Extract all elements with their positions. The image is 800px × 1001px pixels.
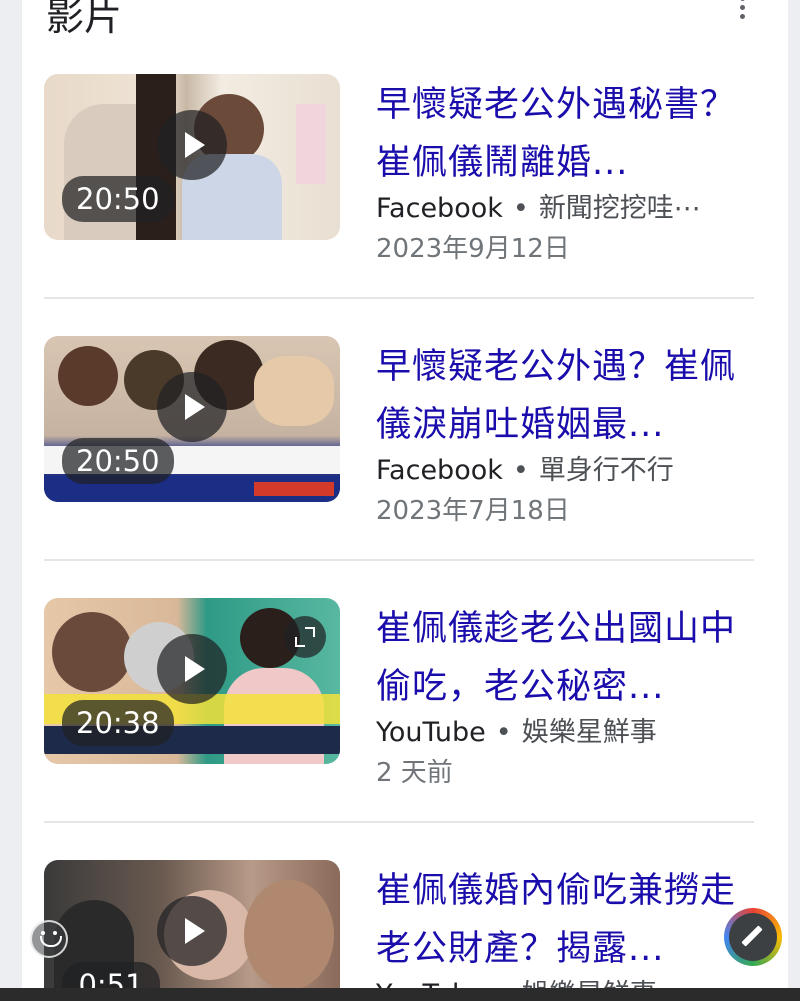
duration-badge: 20:50 [62,176,174,222]
video-date: 2 天前 [376,758,453,788]
video-title[interactable]: 早懷疑老公外遇？崔佩儀淚崩吐婚姻最... [376,338,746,454]
video-item[interactable]: 0:51 崔佩儀婚內偷吃兼撈走老公財產？揭露... YouTube•娛樂星鮮事 [22,786,788,1001]
videos-card: 影片 20:50 早懷疑老公外遇秘書？崔佩儀鬧離婚... Facebook • 新聞… [22,0,788,1001]
video-title[interactable]: 早懷疑老公外遇秘書？崔佩儀鬧離婚... [376,76,746,192]
right-frame [788,0,800,1001]
video-source: YouTube [376,717,486,748]
play-icon[interactable] [157,110,227,180]
video-meta: YouTube • 娛樂星鮮事 [376,710,756,749]
video-item[interactable]: 20:50 早懷疑老公外遇？崔佩儀淚崩吐婚姻最... Facebook • 單身行不… [22,262,788,526]
video-source: Facebook [376,455,503,486]
left-frame [0,0,22,1001]
expand-icon[interactable] [284,616,326,658]
pencil-icon [741,925,763,947]
video-date: 2023年7月18日 [376,496,570,526]
play-icon[interactable] [157,372,227,442]
video-channel: 單身行不行 [538,455,674,486]
bottom-bar [0,988,800,1001]
video-date: 2023年9月12日 [376,234,570,264]
video-meta: Facebook • 新聞挖挖哇⋯ [376,186,756,225]
video-title[interactable]: 崔佩儀趁老公出國山中偷吃，老公秘密... [376,600,746,716]
play-icon[interactable] [157,896,227,966]
duration-badge: 20:50 [62,438,174,484]
video-item[interactable]: 20:38 崔佩儀趁老公出國山中偷吃，老公秘密... YouTube • 娛樂星鮮事… [22,524,788,788]
video-channel: 新聞挖挖哇⋯ [538,193,701,224]
video-channel: 娛樂星鮮事 [521,717,657,748]
video-meta: Facebook • 單身行不行 [376,448,756,487]
play-icon[interactable] [157,634,227,704]
video-thumbnail[interactable]: 20:38 [44,598,340,764]
edit-button-inner [729,913,777,961]
smiley-icon[interactable] [30,920,68,958]
video-thumbnail[interactable]: 0:51 [44,860,340,1001]
meta-separator: • [512,193,529,224]
video-thumbnail[interactable]: 20:50 [44,74,340,240]
duration-badge: 20:38 [62,700,174,746]
video-item[interactable]: 20:50 早懷疑老公外遇秘書？崔佩儀鬧離婚... Facebook • 新聞挖挖哇… [22,0,788,264]
edit-button[interactable] [724,908,782,966]
meta-separator: • [512,455,529,486]
meta-separator: • [495,717,512,748]
video-title[interactable]: 崔佩儀婚內偷吃兼撈走老公財產？揭露... [376,862,746,978]
video-source: Facebook [376,193,503,224]
video-thumbnail[interactable]: 20:50 [44,336,340,502]
